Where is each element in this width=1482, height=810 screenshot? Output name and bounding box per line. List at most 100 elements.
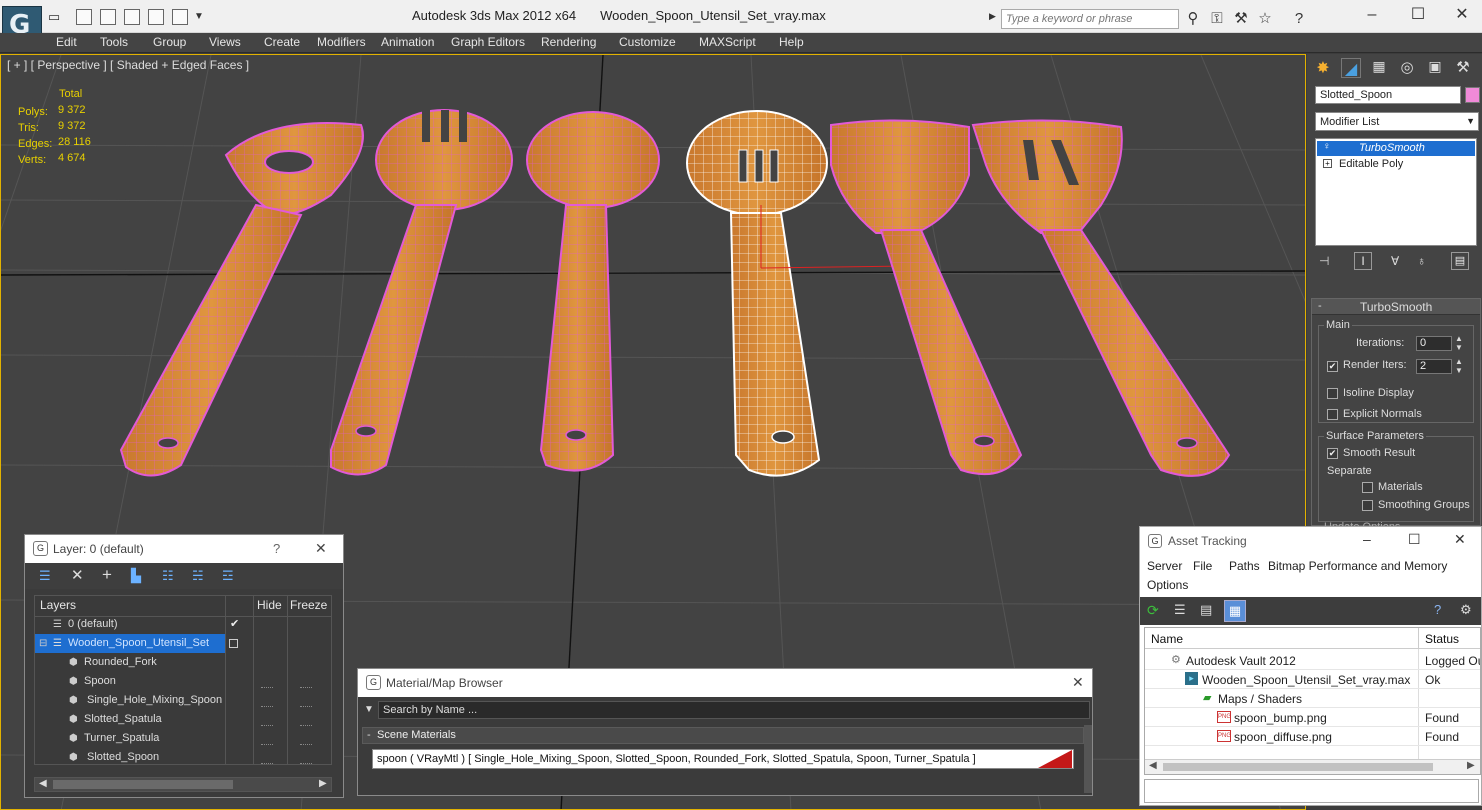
stack-item-turbosmooth[interactable]: ♀ TurboSmooth	[1317, 141, 1475, 156]
material-item-spoon[interactable]: spoon ( VRayMtl ) [ Single_Hole_Mixing_S…	[372, 749, 1074, 769]
menu-options[interactable]: Options	[1147, 578, 1188, 592]
make-unique-icon[interactable]: ∀	[1391, 254, 1399, 268]
asset-row-spoon-diffuse[interactable]: PNG spoon_diffuse.png Found	[1145, 727, 1480, 746]
menu-create[interactable]: Create	[264, 35, 300, 49]
active-layer-check-icon[interactable]: ✔	[230, 615, 239, 634]
scroll-right-icon[interactable]: ▶	[319, 778, 327, 789]
create-tab-icon[interactable]: ✸	[1313, 58, 1333, 78]
display-tab-icon[interactable]: ▣	[1425, 58, 1445, 78]
isoline-display-checkbox[interactable]	[1327, 388, 1338, 399]
highlight-layer-icon[interactable]: ☷	[162, 568, 174, 584]
close-icon[interactable]: ✕	[1454, 531, 1466, 548]
quick-access-dropdown-icon[interactable]: ▼	[194, 11, 204, 22]
hierarchy-tab-icon[interactable]: ▦	[1369, 58, 1389, 78]
utensil-single-hole-spoon[interactable]	[119, 122, 364, 477]
render-iters-spinner[interactable]: 2	[1416, 359, 1452, 374]
browser-options-icon[interactable]: ▼	[364, 704, 374, 715]
minimize-icon[interactable]: –	[1363, 531, 1371, 547]
communication-icon[interactable]: ⚒	[1231, 9, 1251, 29]
menu-animation[interactable]: Animation	[381, 35, 434, 49]
add-to-layer-icon[interactable]: +	[102, 565, 112, 585]
menu-help[interactable]: Help	[779, 35, 804, 49]
lightbulb-icon[interactable]: ♀	[1323, 141, 1331, 152]
utensil-slotted-spatula[interactable]	[971, 119, 1231, 477]
menu-edit[interactable]: Edit	[56, 35, 77, 49]
remove-modifier-icon[interactable]: ♁	[1417, 254, 1426, 268]
layer-row-spoon[interactable]: ⬢ Spoon	[35, 672, 331, 691]
create-layer-icon[interactable]: ☰	[39, 568, 51, 584]
layer-row-default[interactable]: ☰ 0 (default) ✔	[35, 615, 331, 634]
object-color-swatch[interactable]	[1465, 87, 1480, 103]
scroll-right-icon[interactable]: ▶	[1467, 760, 1475, 771]
iterations-spinner[interactable]: 0	[1416, 336, 1452, 351]
smooth-result-checkbox[interactable]: ✔	[1327, 448, 1338, 459]
layer-row-slotted-spatula[interactable]: ⬢ Slotted_Spatula	[35, 710, 331, 729]
help-icon[interactable]: ?	[273, 541, 280, 556]
materials-checkbox[interactable]	[1362, 482, 1373, 493]
menu-modifiers[interactable]: Modifiers	[317, 35, 366, 49]
binoculars-icon[interactable]: ⚲	[1183, 9, 1203, 29]
material-vertical-scrollbar[interactable]	[1084, 725, 1092, 793]
layer-row-wooden-spoon-set[interactable]: ⊟ ☰ Wooden_Spoon_Utensil_Set	[35, 634, 225, 653]
column-header-hide[interactable]: Hide	[257, 598, 282, 612]
asset-row-max-file[interactable]: ▸ Wooden_Spoon_Utensil_Set_vray.max Ok	[1145, 670, 1480, 689]
key-icon[interactable]: ⚿	[1207, 9, 1227, 29]
delete-layer-icon[interactable]: ✕	[71, 566, 84, 584]
menu-paths[interactable]: Paths	[1229, 559, 1260, 573]
explicit-normals-checkbox[interactable]	[1327, 409, 1338, 420]
column-header-layers[interactable]: Layers	[40, 598, 76, 612]
menu-group[interactable]: Group	[153, 35, 186, 49]
menu-server[interactable]: Server	[1147, 559, 1182, 573]
close-icon[interactable]: ✕	[1072, 674, 1084, 691]
modifier-list-dropdown[interactable]: Modifier List ▼	[1315, 112, 1479, 131]
layer-row-rounded-fork[interactable]: ⬢ Rounded_Fork	[35, 653, 331, 672]
smoothing-groups-checkbox[interactable]	[1362, 500, 1373, 511]
scroll-thumb[interactable]	[53, 780, 233, 789]
minimize-icon[interactable]: –	[1352, 4, 1392, 26]
favorites-star-icon[interactable]: ☆	[1255, 9, 1275, 29]
help-icon[interactable]: ?	[1289, 9, 1309, 29]
maximize-icon[interactable]: ☐	[1408, 531, 1421, 548]
asset-path-field[interactable]	[1144, 779, 1479, 803]
material-browser-titlebar[interactable]: G Material/Map Browser ✕	[358, 669, 1092, 697]
layer-row-slotted-spoon[interactable]: ⬢ Slotted_Spoon	[35, 748, 331, 767]
spinner-arrows-icon[interactable]: ▲ ▼	[1455, 357, 1463, 375]
select-objects-icon[interactable]: ▙	[131, 568, 141, 584]
infocenter-search-input[interactable]: Type a keyword or phrase	[1001, 9, 1179, 29]
help-info-icon[interactable]: ?	[1434, 602, 1441, 617]
menu-views[interactable]: Views	[209, 35, 241, 49]
modify-tab-icon[interactable]: ◢	[1341, 58, 1361, 78]
layer-window-titlebar[interactable]: G Layer: 0 (default) ? ✕	[25, 535, 343, 563]
maximize-icon[interactable]: ☐	[1398, 4, 1438, 26]
render-iters-checkbox[interactable]: ✔	[1327, 361, 1338, 372]
menu-customize[interactable]: Customize	[619, 35, 676, 49]
utensil-spoon[interactable]	[526, 111, 660, 472]
object-name-field[interactable]: Slotted_Spoon	[1315, 86, 1461, 104]
pin-stack-icon[interactable]: ⊣	[1319, 254, 1329, 268]
table-view-icon[interactable]: ▦	[1224, 600, 1246, 622]
set-current-layer-icon[interactable]	[229, 639, 238, 648]
show-end-result-icon[interactable]: I	[1354, 252, 1372, 270]
refresh-icon[interactable]: ⟳	[1147, 602, 1159, 619]
stack-item-editable-poly[interactable]: + Editable Poly	[1317, 157, 1475, 172]
scroll-thumb[interactable]	[1163, 763, 1433, 771]
asset-tracking-titlebar[interactable]: G Asset Tracking – ☐ ✕	[1140, 527, 1481, 555]
asset-horizontal-scrollbar[interactable]: ◀ ▶	[1145, 759, 1480, 774]
configure-modifier-sets-icon[interactable]: ▤	[1451, 252, 1469, 270]
layer-horizontal-scrollbar[interactable]: ◀ ▶	[34, 777, 332, 792]
close-icon[interactable]: ✕	[315, 540, 327, 557]
expand-arrow-icon[interactable]: ▶	[989, 11, 996, 22]
open-folder-icon[interactable]: ▭	[46, 9, 62, 25]
settings-icon[interactable]: ⚙	[1460, 602, 1472, 618]
menu-tools[interactable]: Tools	[100, 35, 128, 49]
menu-graph-editors[interactable]: Graph Editors	[451, 35, 525, 49]
fetch-icon[interactable]	[148, 9, 164, 25]
scroll-left-icon[interactable]: ◀	[1149, 760, 1157, 771]
hide-all-icon[interactable]: ☵	[192, 568, 204, 584]
asset-row-maps-shaders[interactable]: ▰ Maps / Shaders	[1145, 689, 1480, 708]
motion-tab-icon[interactable]: ◎	[1397, 58, 1417, 78]
asset-row-spoon-bump[interactable]: PNG spoon_bump.png Found	[1145, 708, 1480, 727]
layer-row-turner-spatula[interactable]: ⬢ Turner_Spatula	[35, 729, 331, 748]
thumbnail-view-icon[interactable]: ▤	[1200, 602, 1212, 618]
expand-plus-icon[interactable]: +	[1323, 159, 1332, 168]
